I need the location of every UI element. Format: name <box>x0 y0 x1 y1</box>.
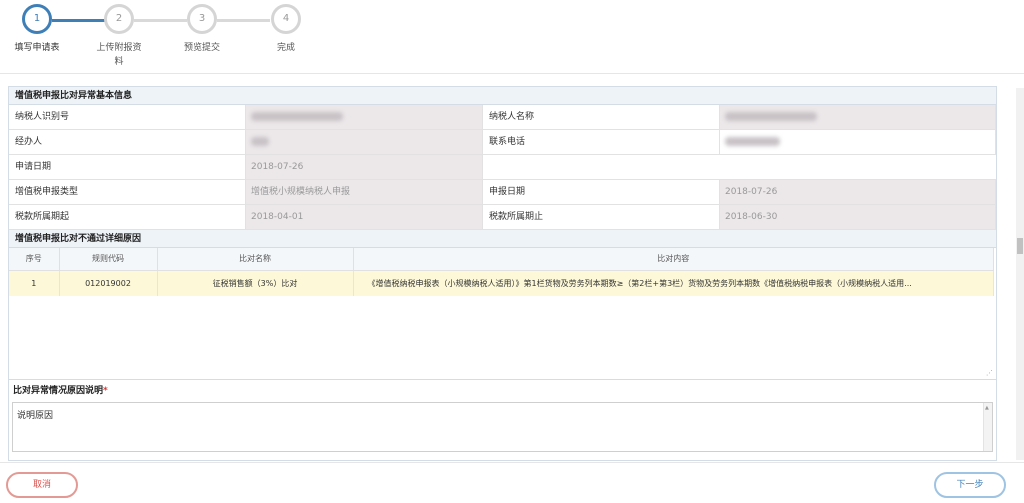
info-row-agent: 经办人 联系电话 <box>9 130 996 155</box>
phone-input[interactable] <box>720 130 996 154</box>
row-content: 《增值税纳税申报表（小规模纳税人适用）》第1栏货物及劳务列本期数≥（第2栏+第3… <box>353 270 994 296</box>
required-mark: * <box>103 386 108 396</box>
vat-type-value: 增值税小规模纳税人申报 <box>246 180 483 204</box>
info-row-period: 税款所属期起 2018-04-01 税款所属期止 2018-06-30 <box>9 205 996 230</box>
col-content-header[interactable]: 比对内容 <box>353 248 994 271</box>
detail-table: 序号 规则代码 比对名称 比对内容 1 012019002 征税销售额（3%）比… <box>9 248 994 296</box>
taxpayer-name-value <box>720 105 996 129</box>
col-code-header[interactable]: 规则代码 <box>59 248 158 271</box>
textarea-scrollbar[interactable] <box>983 403 992 451</box>
info-row-apply-date: 申请日期 2018-07-26 <box>9 155 996 180</box>
application-form-panel: 增值税申报比对异常基本信息 纳税人识别号 纳税人名称 经办人 联系电话 申请日期… <box>8 86 997 461</box>
table-header-row: 序号 规则代码 比对名称 比对内容 <box>9 248 994 271</box>
basic-info-title: 增值税申报比对异常基本信息 <box>9 87 996 105</box>
declare-date-label: 申报日期 <box>483 180 720 204</box>
table-row[interactable]: 1 012019002 征税销售额（3%）比对 《增值税纳税申报表（小规模纳税人… <box>9 270 994 296</box>
progress-stepper: 1 填写申请表 2 上传附报资 料 3 预览提交 4 完成 <box>0 0 1024 74</box>
step-3-circle: 3 <box>187 4 217 34</box>
row-code: 012019002 <box>59 270 158 296</box>
reason-textarea[interactable]: 说明原因 <box>12 402 993 452</box>
step-2-circle: 2 <box>104 4 134 34</box>
info-row-vat-type: 增值税申报类型 增值税小规模纳税人申报 申报日期 2018-07-26 <box>9 180 996 205</box>
step-4-label: 完成 <box>276 43 295 53</box>
period-end-value: 2018-06-30 <box>720 205 996 229</box>
reason-text: 说明原因 <box>17 411 54 421</box>
vat-type-label: 增值税申报类型 <box>9 180 246 204</box>
period-start-value: 2018-04-01 <box>246 205 483 229</box>
step-1-circle: 1 <box>22 4 52 34</box>
next-step-button[interactable]: 下一步 <box>934 472 1006 498</box>
reason-title-text: 比对异常情况原因说明 <box>13 386 104 396</box>
footer-bar: 取消 下一步 <box>0 462 1024 503</box>
taxpayer-id-label: 纳税人识别号 <box>9 105 246 129</box>
phone-label: 联系电话 <box>483 130 720 154</box>
agent-value <box>246 130 483 154</box>
page-scrollbar-thumb[interactable] <box>1017 238 1023 254</box>
apply-date-value: 2018-07-26 <box>246 155 483 179</box>
step-4-circle: 4 <box>271 4 301 34</box>
empty-cell <box>483 155 996 179</box>
cancel-button[interactable]: 取消 <box>6 472 78 498</box>
period-end-label: 税款所属期止 <box>483 205 720 229</box>
declare-date-value: 2018-07-26 <box>720 180 996 204</box>
taxpayer-id-value <box>246 105 483 129</box>
agent-label: 经办人 <box>9 130 246 154</box>
taxpayer-name-label: 纳税人名称 <box>483 105 720 129</box>
apply-date-label: 申请日期 <box>9 155 246 179</box>
table-empty-area: ⋰ <box>9 296 996 380</box>
row-name: 征税销售额（3%）比对 <box>157 270 354 296</box>
step-4: 4 完成 <box>236 4 336 55</box>
col-index-header[interactable]: 序号 <box>9 248 60 271</box>
detail-title: 增值税申报比对不通过详细原因 <box>9 230 996 248</box>
info-row-taxpayer: 纳税人识别号 纳税人名称 <box>9 105 996 130</box>
row-index: 1 <box>9 270 60 296</box>
col-name-header[interactable]: 比对名称 <box>157 248 354 271</box>
period-start-label: 税款所属期起 <box>9 205 246 229</box>
page-scrollbar[interactable] <box>1016 88 1024 460</box>
resize-grip-icon[interactable]: ⋰ <box>986 369 993 377</box>
reason-title: 比对异常情况原因说明* <box>9 380 996 402</box>
